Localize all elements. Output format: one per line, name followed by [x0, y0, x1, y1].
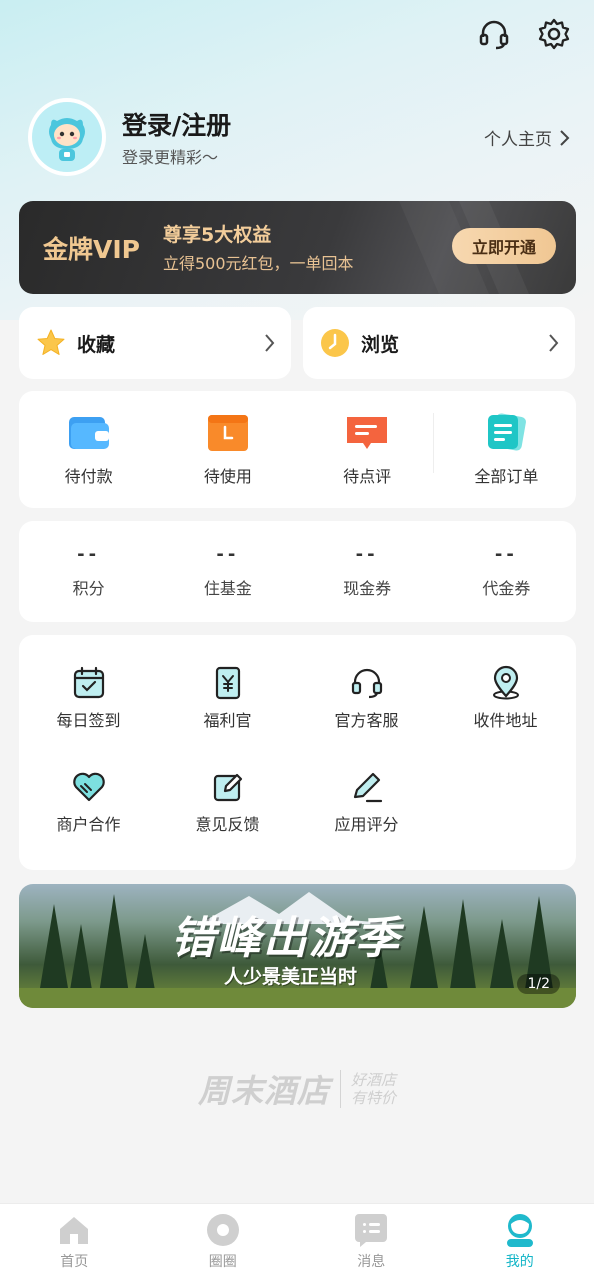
headset-icon — [351, 668, 382, 699]
tab-home[interactable]: 首页 — [0, 1204, 149, 1280]
mascot-avatar-icon — [49, 118, 85, 161]
favorites-link[interactable]: 收藏 — [19, 307, 291, 379]
login-title[interactable]: 登录/注册 — [122, 106, 231, 142]
profile-icon — [506, 1214, 533, 1247]
asset-label: 代金券 — [482, 579, 531, 598]
asset-value: -- — [494, 544, 518, 565]
brand-separator — [340, 1070, 341, 1108]
asset-points[interactable]: -- 积分 — [19, 521, 158, 622]
order-label: 待付款 — [64, 466, 113, 486]
service-label: 收件地址 — [473, 711, 538, 730]
profile-link[interactable]: 个人主页 — [484, 125, 570, 150]
chevron-right-icon — [549, 334, 559, 352]
orders-icon — [488, 412, 527, 451]
order-to-use[interactable]: 待使用 — [158, 391, 297, 508]
home-icon — [60, 1217, 89, 1244]
ticket-icon — [207, 414, 248, 451]
order-to-review[interactable]: 待点评 — [298, 391, 437, 508]
asset-label: 积分 — [72, 579, 105, 598]
service-label: 每日签到 — [56, 711, 121, 730]
gear-icon — [538, 18, 570, 50]
tab-label: 首页 — [60, 1254, 89, 1270]
handshake-heart-icon — [72, 772, 105, 802]
service-label: 商户合作 — [56, 815, 121, 834]
brand-slogan-line: 好酒店 — [351, 1071, 397, 1089]
asset-cash-coupon[interactable]: -- 现金券 — [298, 521, 437, 622]
service-feedback[interactable]: 意见反馈 — [158, 769, 297, 835]
chevron-right-icon — [560, 129, 570, 146]
asset-label: 住基金 — [203, 579, 252, 598]
brand-slogan-line: 有特价 — [351, 1089, 397, 1107]
tab-label: 我的 — [505, 1254, 534, 1270]
asset-label: 现金券 — [343, 579, 392, 598]
banner-subtitle: 人少景美正当时 — [224, 966, 358, 988]
service-daily-checkin[interactable]: 每日签到 — [19, 665, 158, 731]
login-subtitle: 登录更精彩～ — [122, 148, 219, 167]
vip-title: 金牌VIP — [43, 235, 140, 264]
comment-icon — [347, 416, 388, 449]
chevron-right-icon — [265, 334, 275, 352]
banner-title: 错峰出游季 — [171, 913, 401, 964]
message-icon — [355, 1214, 388, 1247]
vip-banner[interactable]: 金牌VIP 尊享5大权益 立得500元红包，一单回本 立即开通 — [19, 201, 576, 294]
order-pending-payment[interactable]: 待付款 — [19, 391, 158, 508]
vip-subline: 立得500元红包，一单回本 — [163, 254, 354, 273]
tab-circle[interactable]: 圈圈 — [149, 1204, 298, 1280]
profile-link-label: 个人主页 — [484, 130, 552, 150]
avatar[interactable] — [28, 98, 106, 176]
tab-label: 圈圈 — [208, 1254, 237, 1270]
history-link[interactable]: 浏览 — [303, 307, 575, 379]
vip-headline: 尊享5大权益 — [163, 224, 272, 246]
headset-icon — [479, 20, 509, 50]
asset-voucher[interactable]: -- 代金券 — [437, 521, 576, 622]
service-customer-support[interactable]: 官方客服 — [297, 665, 436, 731]
wallet-icon — [68, 416, 109, 449]
service-label: 意见反馈 — [195, 815, 260, 834]
banner-page-indicator: 1/2 — [517, 974, 560, 994]
customer-service-button[interactable] — [474, 14, 514, 54]
service-shipping-address[interactable]: 收件地址 — [436, 665, 575, 731]
order-label: 待点评 — [343, 466, 392, 486]
calendar-check-icon — [73, 666, 104, 699]
settings-button[interactable] — [534, 14, 574, 54]
pen-icon — [353, 772, 382, 803]
service-merchant-cooperation[interactable]: 商户合作 — [19, 769, 158, 835]
edit-icon — [213, 773, 242, 802]
tab-mine[interactable]: 我的 — [446, 1204, 594, 1280]
circle-icon — [206, 1214, 239, 1246]
service-app-rating[interactable]: 应用评分 — [297, 769, 436, 835]
assets-panel: -- 积分 -- 住基金 -- 现金券 -- 代金券 — [19, 521, 576, 622]
tab-messages[interactable]: 消息 — [297, 1204, 446, 1280]
asset-value: -- — [77, 544, 101, 565]
clock-icon — [321, 329, 349, 357]
brand-name: 周末酒店 — [197, 1072, 330, 1110]
tab-label: 消息 — [357, 1254, 386, 1270]
vip-open-button[interactable]: 立即开通 — [452, 228, 556, 264]
service-label: 官方客服 — [334, 711, 399, 730]
bottom-tab-bar: 首页 圈圈 消息 我的 — [0, 1203, 594, 1280]
orders-panel: 待付款 待使用 待点评 全部订单 — [19, 391, 576, 508]
order-all[interactable]: 全部订单 — [437, 391, 576, 508]
promo-banner[interactable]: 错峰出游季 人少景美正当时 1/2 — [19, 884, 576, 1008]
services-panel: 每日签到 福利官 官方客服 收件地址 商户合作 意见反馈 应用评分 — [19, 635, 576, 870]
brand-watermark: 周末酒店 好酒店 有特价 — [0, 1066, 594, 1112]
asset-value: -- — [216, 544, 240, 565]
star-icon — [37, 329, 65, 355]
order-label: 全部订单 — [474, 466, 539, 486]
order-label: 待使用 — [203, 466, 252, 486]
asset-value: -- — [355, 544, 379, 565]
favorites-label: 收藏 — [77, 333, 116, 356]
service-label: 福利官 — [203, 711, 252, 730]
yuan-card-icon — [215, 666, 240, 700]
service-welfare[interactable]: 福利官 — [158, 665, 297, 731]
service-label: 应用评分 — [334, 815, 399, 834]
orders-divider — [433, 413, 434, 473]
asset-housing-fund[interactable]: -- 住基金 — [158, 521, 297, 622]
location-pin-icon — [492, 665, 519, 700]
history-label: 浏览 — [361, 333, 400, 356]
brand-slogan: 好酒店 有特价 — [351, 1071, 396, 1107]
